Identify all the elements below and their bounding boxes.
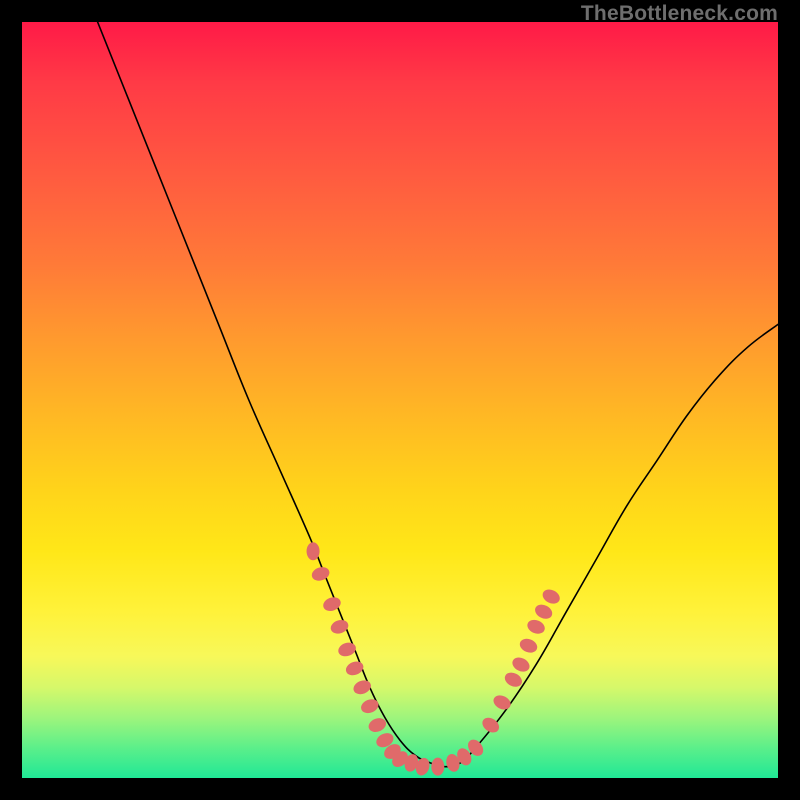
curve-marker xyxy=(359,697,381,716)
curve-marker xyxy=(525,617,547,636)
curve-marker xyxy=(540,587,562,607)
marker-group xyxy=(307,542,563,777)
curve-marker xyxy=(510,655,532,675)
curve-marker xyxy=(344,659,366,678)
watermark-text: TheBottleneck.com xyxy=(581,2,778,26)
curve-marker xyxy=(307,542,320,560)
curve-marker xyxy=(336,640,357,658)
curve-marker xyxy=(329,618,350,636)
chart-svg xyxy=(22,22,778,778)
chart-stage: TheBottleneck.com xyxy=(0,0,800,800)
plot-area xyxy=(22,22,778,778)
curve-marker xyxy=(480,715,502,736)
curve-marker xyxy=(310,565,331,583)
curve-marker xyxy=(502,670,524,690)
curve-marker xyxy=(431,758,444,776)
curve-marker xyxy=(518,636,540,655)
curve-marker xyxy=(491,693,513,713)
curve-marker xyxy=(351,678,373,697)
curve-marker xyxy=(533,602,555,622)
bottleneck-curve xyxy=(98,22,778,767)
